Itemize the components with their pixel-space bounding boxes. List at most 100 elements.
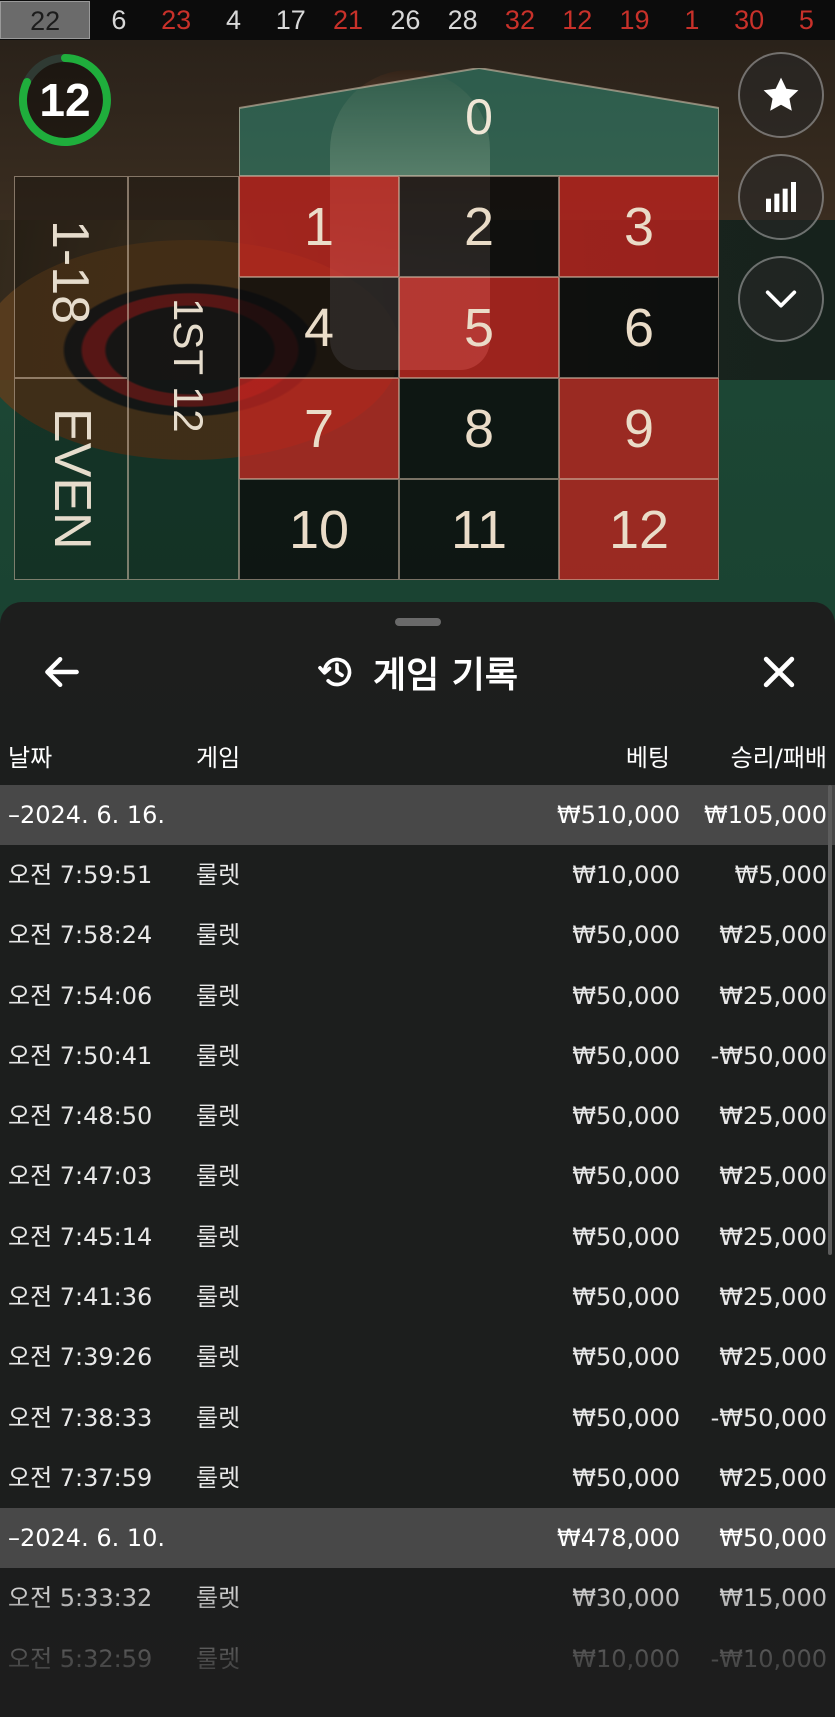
- row-bet: ₩50,000: [572, 1463, 680, 1492]
- number-cell[interactable]: 10: [239, 479, 399, 580]
- row-bet: ₩50,000: [572, 1162, 680, 1191]
- bottom-fade: [0, 1577, 835, 1717]
- collapse-button[interactable]: [738, 256, 824, 342]
- countdown-timer: 12: [17, 52, 113, 148]
- row-game: 룰렛: [196, 1403, 241, 1432]
- latest-result: 22: [0, 1, 91, 39]
- row-game: 룰렛: [196, 981, 241, 1010]
- history-row[interactable]: 오전 7:39:26 룰렛 ₩50,000 ₩25,000: [0, 1327, 835, 1387]
- label-first-dozen: 1ST 12: [165, 298, 212, 433]
- result-number: 28: [447, 4, 478, 35]
- row-bet: ₩50,000: [572, 1222, 680, 1251]
- result-number: 32: [504, 4, 535, 35]
- result-number: 21: [333, 4, 364, 35]
- history-row[interactable]: 오전 7:54:06 룰렛 ₩50,000 ₩25,000: [0, 966, 835, 1026]
- number-cell[interactable]: 7: [239, 378, 399, 479]
- history-row[interactable]: 오전 7:47:03 룰렛 ₩50,000 ₩25,000: [0, 1146, 835, 1206]
- history-row[interactable]: 오전 7:38:33 룰렛 ₩50,000 -₩50,000: [0, 1388, 835, 1448]
- result-number: 12: [562, 4, 593, 35]
- date-group-row[interactable]: –2024. 6. 16. ₩510,000 ₩105,000: [0, 785, 835, 845]
- chevron-down-icon: [765, 290, 797, 308]
- row-result: ₩25,000: [719, 981, 827, 1010]
- number-cell[interactable]: 6: [559, 277, 719, 378]
- number-cell[interactable]: 11: [399, 479, 559, 580]
- history-list: –2024. 6. 16. ₩510,000 ₩105,000 오전 7:59:51 룰…: [0, 785, 835, 1689]
- row-game: 룰렛: [196, 1102, 241, 1131]
- group-total-bet: ₩510,000: [557, 801, 680, 829]
- row-result: ₩5,000: [734, 861, 827, 889]
- label-1-18: 1-18: [41, 220, 99, 325]
- result-number: 6: [111, 4, 127, 35]
- history-row[interactable]: 오전 7:48:50 룰렛 ₩50,000 ₩25,000: [0, 1086, 835, 1146]
- row-time: 오전 7:38:33: [8, 1403, 153, 1432]
- row-game: 룰렛: [196, 1222, 241, 1251]
- row-time: 오전 7:39:26: [8, 1343, 153, 1372]
- group-total-result: ₩50,000: [719, 1524, 827, 1553]
- favorite-button[interactable]: [738, 52, 824, 138]
- scrollbar[interactable]: [828, 785, 832, 1255]
- group-total-result: ₩105,000: [704, 801, 827, 829]
- date-group-row[interactable]: –2024. 6. 10. ₩478,000 ₩50,000: [0, 1508, 835, 1569]
- result-number: 30: [734, 4, 765, 35]
- row-time: 오전 7:41:36: [8, 1283, 153, 1312]
- row-game: 룰렛: [196, 1283, 241, 1312]
- result-number: 23: [161, 4, 192, 35]
- number-cell[interactable]: 4: [239, 277, 399, 378]
- group-date: –2024. 6. 10.: [8, 1524, 166, 1553]
- history-icon: [318, 657, 352, 687]
- drag-handle[interactable]: [395, 618, 441, 626]
- row-time: 오전 7:58:24: [8, 921, 153, 950]
- number-cell[interactable]: 5: [399, 277, 559, 378]
- history-row[interactable]: 오전 7:37:59 룰렛 ₩50,000 ₩25,000: [0, 1448, 835, 1508]
- timer-value: 12: [39, 74, 91, 126]
- close-button[interactable]: [757, 650, 801, 694]
- close-icon: [763, 656, 795, 688]
- history-row[interactable]: 오전 7:45:14 룰렛 ₩50,000 ₩25,000: [0, 1207, 835, 1267]
- row-time: 오전 7:47:03: [8, 1162, 153, 1191]
- row-result: ₩25,000: [719, 1162, 827, 1191]
- stats-icon: [766, 182, 796, 212]
- row-bet: ₩50,000: [572, 1102, 680, 1131]
- row-game: 룰렛: [196, 1041, 241, 1070]
- row-game: 룰렛: [196, 1162, 241, 1191]
- history-row[interactable]: 오전 7:59:51 룰렛 ₩10,000 ₩5,000: [0, 845, 835, 905]
- row-bet: ₩50,000: [572, 981, 680, 1010]
- result-number: 4: [225, 4, 241, 35]
- row-result: -₩50,000: [710, 1041, 827, 1070]
- row-game: 룰렛: [196, 861, 241, 889]
- column-headers: 날짜 게임 베팅 승리/패배: [0, 738, 835, 774]
- group-total-bet: ₩478,000: [557, 1524, 680, 1553]
- row-bet: ₩50,000: [572, 1041, 680, 1070]
- row-time: 오전 7:48:50: [8, 1102, 153, 1131]
- row-bet: ₩10,000: [572, 861, 680, 889]
- panel-header: 게임 기록: [0, 644, 835, 700]
- row-time: 오전 7:37:59: [8, 1463, 153, 1492]
- row-result: ₩25,000: [719, 1102, 827, 1131]
- row-time: 오전 7:59:51: [8, 861, 153, 889]
- row-game: 룰렛: [196, 1343, 241, 1372]
- row-result: -₩50,000: [710, 1403, 827, 1432]
- number-cell[interactable]: 9: [559, 378, 719, 479]
- history-row[interactable]: 오전 7:50:41 룰렛 ₩50,000 -₩50,000: [0, 1026, 835, 1086]
- result-number: 17: [275, 4, 306, 35]
- history-row[interactable]: 오전 7:58:24 룰렛 ₩50,000 ₩25,000: [0, 905, 835, 965]
- row-bet: ₩50,000: [572, 1403, 680, 1432]
- row-result: ₩25,000: [719, 1463, 827, 1492]
- statistics-button[interactable]: [738, 154, 824, 240]
- number-cell[interactable]: 1: [239, 176, 399, 277]
- row-result: ₩25,000: [719, 1283, 827, 1312]
- number-cell[interactable]: 12: [559, 479, 719, 580]
- row-time: 오전 7:50:41: [8, 1041, 153, 1070]
- row-time: 오전 7:54:06: [8, 981, 153, 1010]
- history-row[interactable]: 오전 7:41:36 룰렛 ₩50,000 ₩25,000: [0, 1267, 835, 1327]
- row-game: 룰렛: [196, 1463, 241, 1492]
- header-date: 날짜: [8, 744, 53, 772]
- number-cell[interactable]: 8: [399, 378, 559, 479]
- number-cell[interactable]: 3: [559, 176, 719, 277]
- row-bet: ₩50,000: [572, 921, 680, 950]
- number-cell[interactable]: 2: [399, 176, 559, 277]
- label-even: EVEN: [43, 408, 101, 550]
- game-history-panel: 게임 기록 날짜 게임 베팅 승리/패배 –2024. 6. 16. ₩510,0…: [0, 602, 835, 1717]
- result-number: 26: [390, 4, 421, 35]
- result-number: 19: [619, 4, 650, 35]
